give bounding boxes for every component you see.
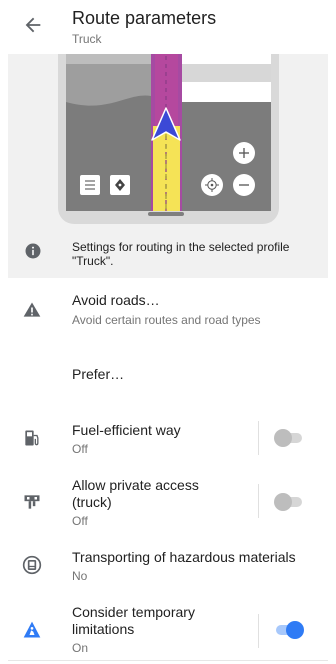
map-light-block: [182, 64, 271, 82]
avoid-roads-subtitle: Avoid certain routes and road types: [72, 313, 261, 327]
page-subtitle: Truck: [72, 32, 102, 46]
compass-icon: [110, 175, 130, 195]
private-access-item[interactable]: Allow private access (truck) Off: [0, 474, 336, 530]
app-bar: Route parameters Truck: [0, 0, 336, 54]
hazmat-title: Transporting of hazardous materials: [72, 549, 296, 565]
barrier-icon: [24, 495, 40, 509]
info-text: Settings for routing in the selected pro…: [72, 240, 290, 268]
temporary-limitations-value: On: [72, 641, 89, 655]
prefer-title: Prefer…: [72, 366, 125, 382]
route-illustration: [8, 54, 328, 234]
locate-icon: [201, 174, 223, 196]
vertical-divider: [258, 421, 259, 455]
back-button[interactable]: [22, 14, 44, 36]
vertical-divider: [258, 614, 259, 648]
map-white-block: [182, 82, 271, 102]
vertical-divider: [258, 484, 259, 518]
hazmat-item[interactable]: Transporting of hazardous materials No: [0, 540, 336, 586]
avoid-roads-title: Avoid roads…: [72, 292, 160, 308]
hazmat-value: No: [72, 569, 88, 583]
zoom-out-icon: [233, 174, 255, 196]
info-banner: Settings for routing in the selected pro…: [8, 234, 328, 278]
prefer-item[interactable]: Prefer…: [0, 352, 336, 398]
info-icon: [25, 243, 41, 259]
home-indicator: [148, 212, 184, 216]
fuel-pump-icon: [25, 430, 39, 446]
fuel-efficient-value: Off: [72, 442, 88, 456]
toggle-thumb: [286, 621, 304, 639]
fuel-efficient-item[interactable]: Fuel-efficient way Off: [0, 414, 336, 464]
layers-icon: [80, 175, 100, 195]
private-access-toggle[interactable]: [274, 492, 304, 512]
private-access-value: Off: [72, 514, 88, 528]
temporary-limitations-toggle[interactable]: [274, 620, 304, 640]
avoid-roads-item[interactable]: Avoid roads… Avoid certain routes and ro…: [0, 278, 336, 340]
warning-icon: [23, 302, 41, 317]
arrow-left-icon: [25, 17, 41, 33]
fuel-efficient-title: Fuel-efficient way: [72, 422, 181, 438]
map-top-block: [66, 54, 151, 64]
temporary-limitations-title: Consider temporary limitations: [72, 604, 195, 637]
private-access-title: Allow private access (truck): [72, 477, 199, 510]
page-title: Route parameters: [72, 8, 217, 28]
fuel-efficient-toggle[interactable]: [274, 428, 304, 448]
toggle-thumb: [274, 429, 292, 447]
temporary-limitations-item[interactable]: Consider temporary limitations On: [0, 604, 336, 660]
hazmat-icon: [22, 555, 42, 575]
toggle-thumb: [274, 493, 292, 511]
bottom-divider: [8, 660, 328, 661]
zoom-in-icon: [233, 142, 255, 164]
road-work-icon: [23, 621, 41, 638]
